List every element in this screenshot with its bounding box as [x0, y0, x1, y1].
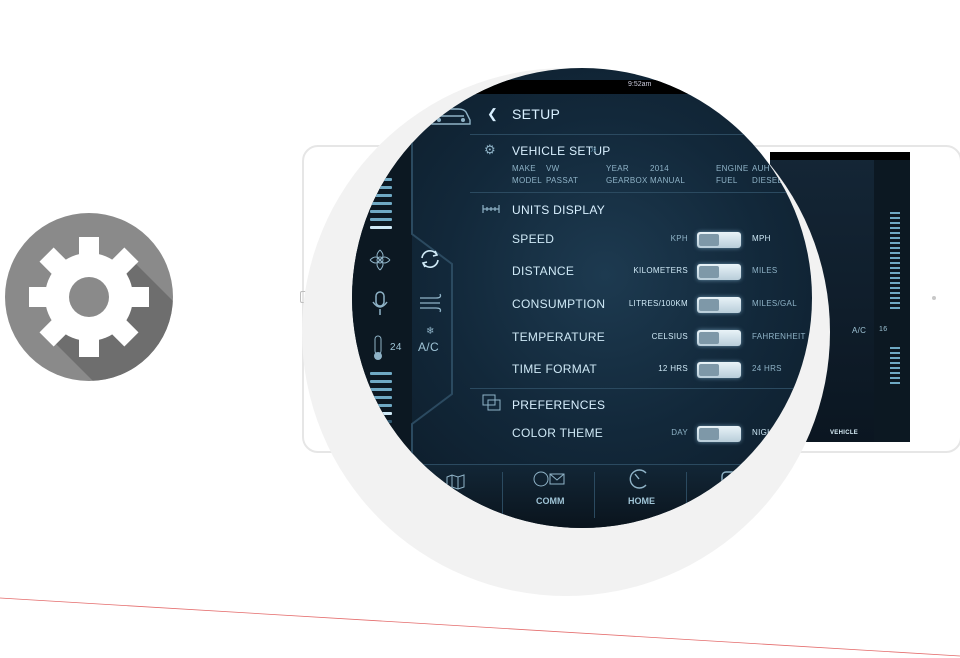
gearbox-value: MANUAL [650, 176, 686, 185]
car-side-icon [362, 111, 398, 123]
ruler-icon [482, 205, 500, 213]
ac-button[interactable]: A/C [418, 340, 439, 354]
settings-app-icon[interactable] [5, 213, 173, 381]
page-title: SETUP [512, 106, 561, 122]
back-button[interactable]: ❮ [487, 106, 498, 122]
make-value: VW [546, 164, 560, 173]
fuel-value: DIESEL [752, 176, 783, 185]
settings-gear-icon: ⚙ [484, 142, 496, 157]
nav-label-navi[interactable]: NAVI [446, 496, 467, 506]
distance-label: DISTANCE [512, 264, 575, 278]
consumption-right-option: MILES/GAL [752, 299, 797, 308]
seat-label: m3 [380, 480, 395, 491]
units-display-title: UNITS DISPLAY [512, 203, 606, 217]
small-temperature: 16 [879, 326, 888, 333]
color-theme-left-option: DAY [671, 428, 688, 437]
consumption-toggle[interactable] [697, 297, 741, 313]
status-bar [352, 80, 812, 94]
consumption-label: CONSUMPTION [512, 297, 606, 311]
year-value: 2014 [650, 164, 669, 173]
distance-left-option: KILOMETERS [633, 266, 688, 275]
make-key: MAKE [512, 164, 536, 173]
time-format-toggle[interactable] [697, 362, 741, 378]
color-theme-right-option: NIGHT [752, 428, 779, 437]
nav-label-vehicle[interactable]: VEHICLE [830, 430, 858, 436]
time-format-right-option: 24 HRS [752, 364, 782, 373]
status-time: 9:52am [628, 81, 652, 88]
fuel-key: FUEL [716, 176, 738, 185]
lock-icon[interactable] [372, 440, 390, 464]
consumption-left-option: LITRES/100KM [628, 299, 688, 308]
speed-toggle[interactable] [697, 232, 741, 248]
vehicle-setup-chevron[interactable]: » [590, 142, 597, 156]
model-key: MODEL [512, 176, 542, 185]
gear-icon [29, 237, 173, 381]
preferences-title: PREFERENCES [512, 398, 606, 412]
model-value: PASSAT [546, 176, 579, 185]
temperature-toggle[interactable] [697, 330, 741, 346]
recirculate-icon[interactable] [418, 248, 442, 270]
gearbox-key: GEARBOX [606, 176, 648, 185]
car-front-icon [365, 145, 395, 159]
color-theme-toggle[interactable] [697, 426, 741, 442]
distance-right-option: MILES [752, 266, 778, 275]
magnified-screen: 9:52am 24 m3 ❄ A/C ❮ SETUP ⚙ VEHICLE SET… [352, 68, 812, 528]
time-format-left-option: 12 HRS [658, 364, 688, 373]
preferences-icon [482, 394, 501, 411]
engine-key: ENGINE [716, 164, 749, 173]
car-header-icon [431, 108, 471, 125]
time-format-label: TIME FORMAT [512, 362, 598, 376]
map-icon[interactable] [446, 474, 466, 490]
year-key: YEAR [606, 164, 629, 173]
temperature-label: TEMPERATURE [512, 330, 606, 344]
speed-left-option: KPH [670, 234, 688, 243]
bottom-nav [412, 464, 812, 528]
snowflake-icon: ❄ [426, 326, 435, 337]
airflow-icon[interactable] [418, 292, 444, 314]
engine-value: AUH [752, 164, 770, 173]
temperature-value: 24 [390, 342, 402, 353]
temperature-left-option: CELSIUS [651, 332, 688, 341]
phone-mail-icon[interactable] [532, 470, 566, 488]
microphone-icon[interactable] [370, 290, 390, 316]
distance-toggle[interactable] [697, 264, 741, 280]
speed-label: SPEED [512, 232, 555, 246]
fan-icon[interactable] [368, 248, 392, 272]
nav-label-comm[interactable]: COMM [536, 496, 565, 506]
temperature-right-option: FAHRENHEIT [752, 332, 806, 341]
tablet-camera [932, 296, 936, 300]
small-ac-label: A/C [852, 326, 867, 335]
home-dial-icon[interactable] [628, 468, 650, 490]
speed-right-option: MPH [752, 234, 771, 243]
nav-label-home[interactable]: HOME [628, 496, 655, 506]
thermometer-icon [374, 335, 382, 360]
color-theme-label: COLOR THEME [512, 426, 604, 440]
car-icon[interactable] [720, 470, 742, 490]
